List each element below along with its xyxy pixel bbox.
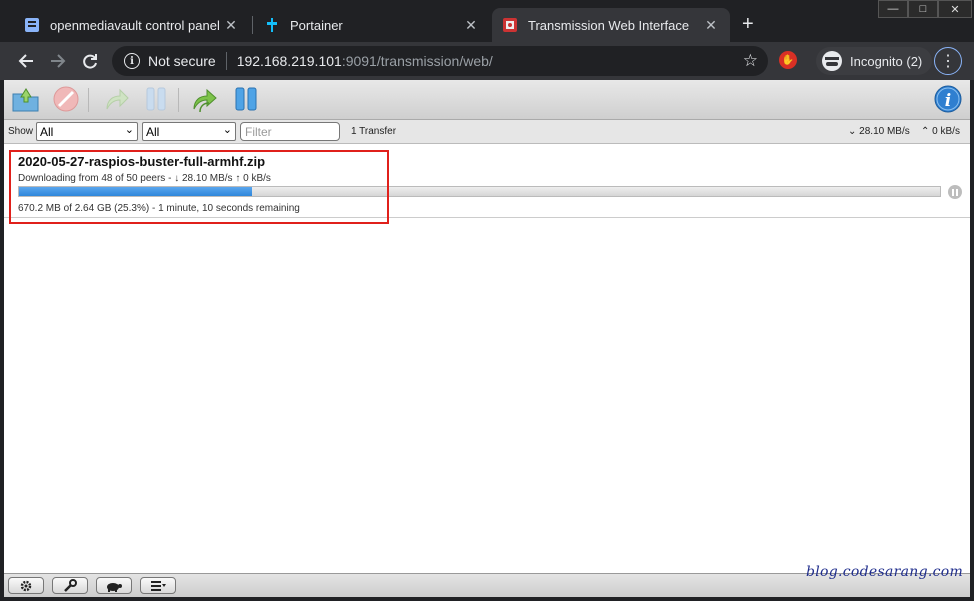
upload-arrow-icon: ⌃ [921,126,933,137]
url-host: 192.168.219.101 [236,53,342,69]
tab-strip: openmediavault control panel - H ✕ Porta… [0,0,974,42]
highlight-box [9,150,389,224]
minimize-button[interactable]: — [878,0,908,18]
download-speed-value: 28.10 MB/s [859,126,910,137]
sort-icon [151,580,166,591]
sort-button[interactable] [140,577,176,594]
open-torrent-icon [12,88,39,112]
tab-title: Transmission Web Interface [528,17,690,33]
site-info-icon[interactable]: i [124,53,140,69]
url-path: :9091/transmission/web/ [341,53,493,69]
show-label: Show [8,126,34,137]
settings-button[interactable] [8,577,44,594]
maximize-button[interactable]: □ [908,0,938,18]
filter-input[interactable]: Filter [240,122,340,141]
tab-title: Portainer [290,17,343,33]
reload-icon [83,54,97,69]
resume-all-icon [193,88,217,113]
preferences-button[interactable] [52,577,88,594]
download-speed: ⌄ 28.10 MB/s [848,126,910,137]
tracker-filter-select[interactable]: All ⌄ [142,122,236,141]
watermark: blog.codesarang.com [806,564,964,580]
tab-close-icon[interactable]: ✕ [222,17,240,34]
tracker-filter-value: All [146,124,160,139]
remove-torrent-icon [53,86,79,112]
security-label: Not secure [148,53,216,69]
svg-text:i: i [945,91,951,111]
pause-all-icon [235,87,257,111]
transmission-page: i Show All ⌄ All ⌄ Filter 1 Transfer ⌄ 2… [4,80,970,597]
filter-placeholder: Filter [245,124,272,139]
reload-button[interactable] [78,49,102,73]
browser-menu-button[interactable]: ⋮ [934,47,962,75]
transmission-toolbar: i [4,80,970,120]
transmission-favicon-icon [502,17,518,33]
filter-bar: Show All ⌄ All ⌄ Filter 1 Transfer ⌄ 28.… [4,120,970,144]
incognito-icon [822,51,842,71]
chevron-down-icon: ⌄ [124,124,134,136]
incognito-label: Incognito (2) [850,53,923,69]
pause-icon [146,87,166,111]
tab-close-icon[interactable]: ✕ [462,17,480,34]
tab-divider [252,16,253,34]
omv-favicon-icon [24,17,40,33]
tab-transmission[interactable]: Transmission Web Interface ✕ [492,8,730,42]
omnibox-divider [225,52,227,70]
remove-torrent-button[interactable] [50,84,82,114]
back-arrow-icon [18,54,33,68]
incognito-profile-button[interactable]: Incognito (2) [816,47,933,75]
address-bar[interactable]: i Not secure 192.168.219.101 :9091/trans… [112,46,768,76]
turtle-mode-button[interactable] [96,577,132,594]
status-filter-select[interactable]: All ⌄ [36,122,138,141]
wrench-icon [64,578,77,592]
portainer-favicon-icon [264,17,280,33]
tab-openmediavault[interactable]: openmediavault control panel - H ✕ [14,8,250,42]
turtle-icon [107,582,122,592]
upload-speed: ⌃ 0 kB/s [921,126,960,137]
back-button[interactable] [14,49,38,73]
open-torrent-button[interactable] [10,84,42,114]
resume-all-button[interactable] [190,84,222,114]
pause-all-button[interactable] [230,84,262,114]
bookmark-star-icon[interactable]: ☆ [743,51,758,71]
toolbar-separator [88,88,89,112]
upload-speed-value: 0 kB/s [932,126,960,137]
resume-icon [106,88,129,110]
toolbar-separator [178,88,179,112]
new-tab-button[interactable]: + [742,14,754,34]
browser-toolbar: i Not secure 192.168.219.101 :9091/trans… [0,42,974,80]
forward-button[interactable] [46,49,70,73]
forward-arrow-icon [51,54,66,68]
tab-title: openmediavault control panel - H [50,17,222,33]
gear-icon [20,580,32,591]
close-window-button[interactable]: ✕ [938,0,972,18]
download-arrow-icon: ⌄ [848,126,860,137]
resume-button[interactable] [100,84,132,114]
tab-portainer[interactable]: Portainer ✕ [254,8,490,42]
torrent-row[interactable]: 2020-05-27-raspios-buster-full-armhf.zip… [4,146,970,224]
tab-close-icon[interactable]: ✕ [702,17,720,34]
info-button[interactable]: i [932,84,964,114]
info-icon: i [934,85,962,113]
transfer-count: 1 Transfer [351,126,397,137]
torrent-pause-icon[interactable] [948,185,962,199]
pause-button[interactable] [140,84,172,114]
status-filter-value: All [40,124,54,139]
extension-hand-icon[interactable]: ✋ [779,51,797,69]
chevron-down-icon: ⌄ [222,124,232,136]
